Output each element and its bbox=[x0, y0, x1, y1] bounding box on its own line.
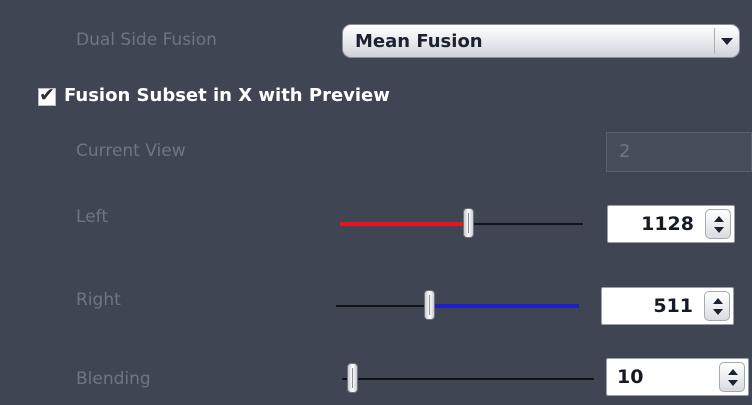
arrow-down-icon[interactable] bbox=[713, 309, 723, 315]
dropdown-button[interactable] bbox=[714, 28, 736, 54]
right-value[interactable]: 511 bbox=[653, 295, 693, 317]
dual-side-fusion-dropdown[interactable]: Mean Fusion bbox=[342, 24, 740, 58]
right-spinbox[interactable]: 511 bbox=[601, 287, 734, 325]
dual-side-fusion-label: Dual Side Fusion bbox=[76, 30, 217, 50]
left-spinbox[interactable]: 1128 bbox=[607, 205, 735, 243]
right-label: Right bbox=[76, 290, 121, 310]
fusion-subset-label[interactable]: Fusion Subset in X with Preview bbox=[64, 85, 390, 106]
slider-thumb[interactable] bbox=[462, 208, 474, 238]
current-view-value: 2 bbox=[619, 141, 631, 162]
slider-fill-red bbox=[340, 222, 469, 226]
spin-arrows[interactable] bbox=[719, 362, 745, 392]
blending-label: Blending bbox=[76, 369, 151, 389]
spin-arrows[interactable] bbox=[704, 291, 730, 321]
current-view-label: Current View bbox=[76, 141, 186, 161]
current-view-field: 2 bbox=[606, 132, 752, 172]
arrow-down-icon[interactable] bbox=[714, 227, 724, 233]
left-value[interactable]: 1128 bbox=[641, 213, 694, 235]
arrow-up-icon[interactable] bbox=[714, 216, 724, 222]
spin-arrows[interactable] bbox=[705, 209, 731, 239]
fusion-subset-checkbox[interactable]: ✔ bbox=[38, 84, 56, 106]
fusion-settings-panel: Dual Side Fusion Mean Fusion ✔ Fusion Su… bbox=[0, 0, 752, 405]
arrow-up-icon[interactable] bbox=[713, 298, 723, 304]
blending-slider[interactable] bbox=[342, 363, 594, 393]
blending-value[interactable]: 10 bbox=[617, 366, 643, 388]
chevron-down-icon bbox=[721, 38, 733, 45]
slider-thumb[interactable] bbox=[424, 290, 436, 320]
left-slider[interactable] bbox=[340, 208, 583, 238]
slider-fill-blue bbox=[429, 304, 579, 308]
blending-spinbox[interactable]: 10 bbox=[606, 358, 749, 396]
arrow-up-icon[interactable] bbox=[728, 369, 738, 375]
dual-side-fusion-value: Mean Fusion bbox=[355, 31, 483, 52]
left-label: Left bbox=[76, 207, 108, 227]
slider-track bbox=[342, 378, 594, 380]
right-slider[interactable] bbox=[336, 290, 579, 320]
slider-thumb[interactable] bbox=[346, 363, 358, 393]
checkmark-icon: ✔ bbox=[39, 84, 55, 106]
arrow-down-icon[interactable] bbox=[728, 380, 738, 386]
